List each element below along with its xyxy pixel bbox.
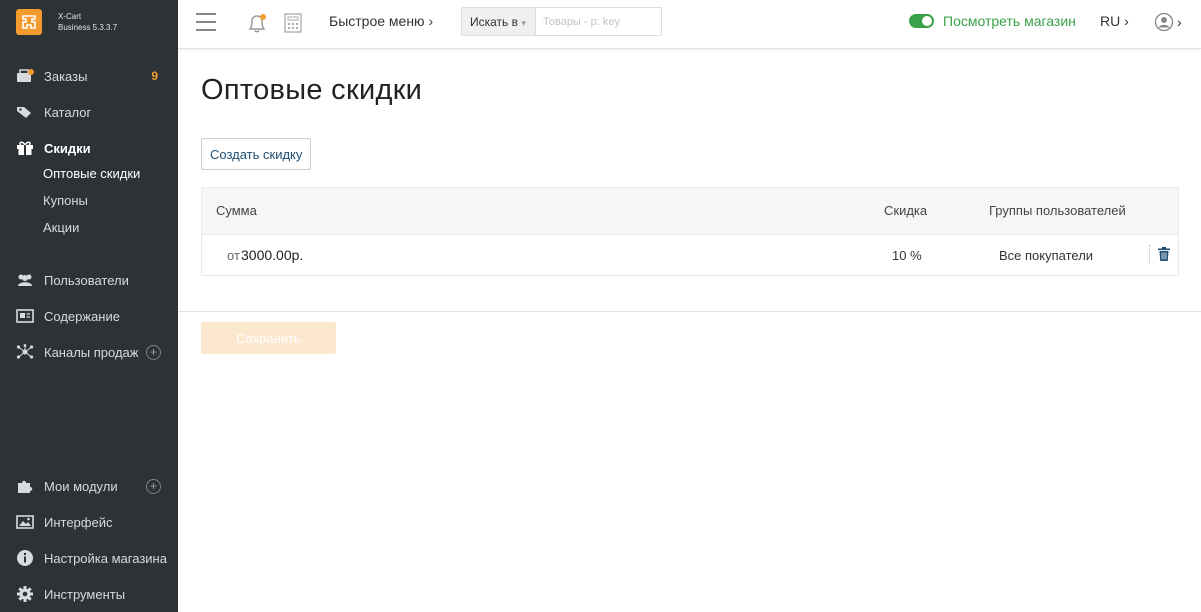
content-icon [16,308,34,324]
language-selector[interactable]: RU › [1100,13,1129,29]
table-row[interactable]: от 3000.00р. 10 % Все покупатели [202,234,1178,275]
sidebar-item-store-setup[interactable]: Настройка магазина [0,540,178,576]
sidebar-item-label: Заказы [44,68,88,84]
user-avatar-icon [1154,12,1174,32]
column-header-discount[interactable]: Скидка [884,203,927,218]
user-groups-value[interactable]: Все покупатели [999,248,1093,263]
trash-icon[interactable] [1158,247,1170,261]
column-header-sum[interactable]: Сумма [216,203,257,218]
hamburger-menu-icon[interactable] [196,13,216,31]
chevron-down-icon: ▾ [521,18,526,28]
sidebar-item-label: Скидки [44,140,91,156]
add-sales-channel-icon[interactable]: + [146,344,161,360]
users-icon [16,272,34,288]
discounts-table: Сумма Скидка Группы пользователей от 300… [201,187,1179,276]
search-scope-dropdown[interactable]: Искать в ▾ [462,8,536,35]
sidebar-item-catalog[interactable]: Каталог [0,94,178,130]
sales-channels-icon [16,344,34,360]
sidebar-item-interface[interactable]: Интерфейс [0,504,178,540]
brand-edition: Business 5.3.3.7 [58,23,118,32]
sidebar-subitem-wholesale[interactable]: Оптовые скидки [43,163,140,185]
sidebar-item-content[interactable]: Содержание [0,298,178,334]
save-button[interactable]: Сохранить [201,322,336,354]
add-module-icon[interactable]: + [146,478,161,494]
brand-text: X-Cart Business 5.3.3.7 [58,11,117,33]
view-store-label: Посмотреть магазин [943,13,1076,29]
sidebar-item-label: Каналы продаж [44,344,139,360]
table-header: Сумма Скидка Группы пользователей [202,188,1178,234]
create-discount-button[interactable]: Создать скидку [201,138,312,170]
toggle-switch-icon [909,14,934,28]
sidebar-subitem-promotions[interactable]: Акции [43,217,79,239]
sidebar-item-users[interactable]: Пользователи [0,262,178,298]
brand-name: X-Cart [58,12,82,21]
sidebar-item-my-modules[interactable]: Мои модули + [0,468,178,504]
calculator-icon[interactable] [283,12,303,34]
search-box: Искать в ▾ [461,7,662,36]
user-menu-caret: › [1177,14,1182,30]
gift-icon [16,140,34,156]
search-input[interactable] [536,8,661,35]
sidebar-item-label: Интерфейс [44,514,113,530]
xcart-logo-icon [22,15,36,29]
orders-icon [16,68,34,84]
gear-icon [16,586,34,602]
image-icon [16,514,34,530]
sidebar-item-label: Пользователи [44,272,129,288]
sidebar-item-label: Содержание [44,308,120,324]
view-store-toggle[interactable]: Посмотреть магазин [909,13,1076,29]
form-divider [178,311,1201,312]
brand[interactable]: X-Cart Business 5.3.3.7 [0,0,178,44]
discount-value[interactable]: 10 % [892,248,922,263]
user-menu[interactable]: › [1154,12,1182,32]
sidebar-item-discounts[interactable]: Скидки [0,130,178,166]
sidebar-item-orders[interactable]: Заказы 9 [0,58,178,94]
top-bar: Быстрое меню › Искать в ▾ Посмотреть маг… [178,0,1201,49]
sidebar-item-label: Инструменты [44,586,126,602]
sidebar-item-tools[interactable]: Инструменты [0,576,178,612]
sidebar-subitem-coupons[interactable]: Купоны [43,190,88,212]
row-separator [1149,245,1151,263]
sum-value[interactable]: 3000.00р. [241,247,303,263]
sum-prefix: от [227,248,240,263]
quick-menu-link[interactable]: Быстрое меню › [329,13,433,29]
bell-icon[interactable] [246,12,268,34]
column-header-groups[interactable]: Группы пользователей [989,203,1126,218]
page-title: Оптовые скидки [201,74,423,106]
sidebar: X-Cart Business 5.3.3.7 Заказы 9 Каталог… [0,0,178,612]
tag-icon [16,104,34,120]
xcart-logo [16,9,42,35]
search-scope-label: Искать в [470,15,519,29]
orders-count-badge: 9 [151,69,158,83]
sidebar-item-label: Каталог [44,104,92,120]
sidebar-item-label: Мои модули [44,478,118,494]
sidebar-item-sales-channels[interactable]: Каналы продаж + [0,334,178,370]
info-icon [16,550,34,566]
sidebar-item-label: Настройка магазина [44,550,167,566]
puzzle-icon [16,478,34,494]
